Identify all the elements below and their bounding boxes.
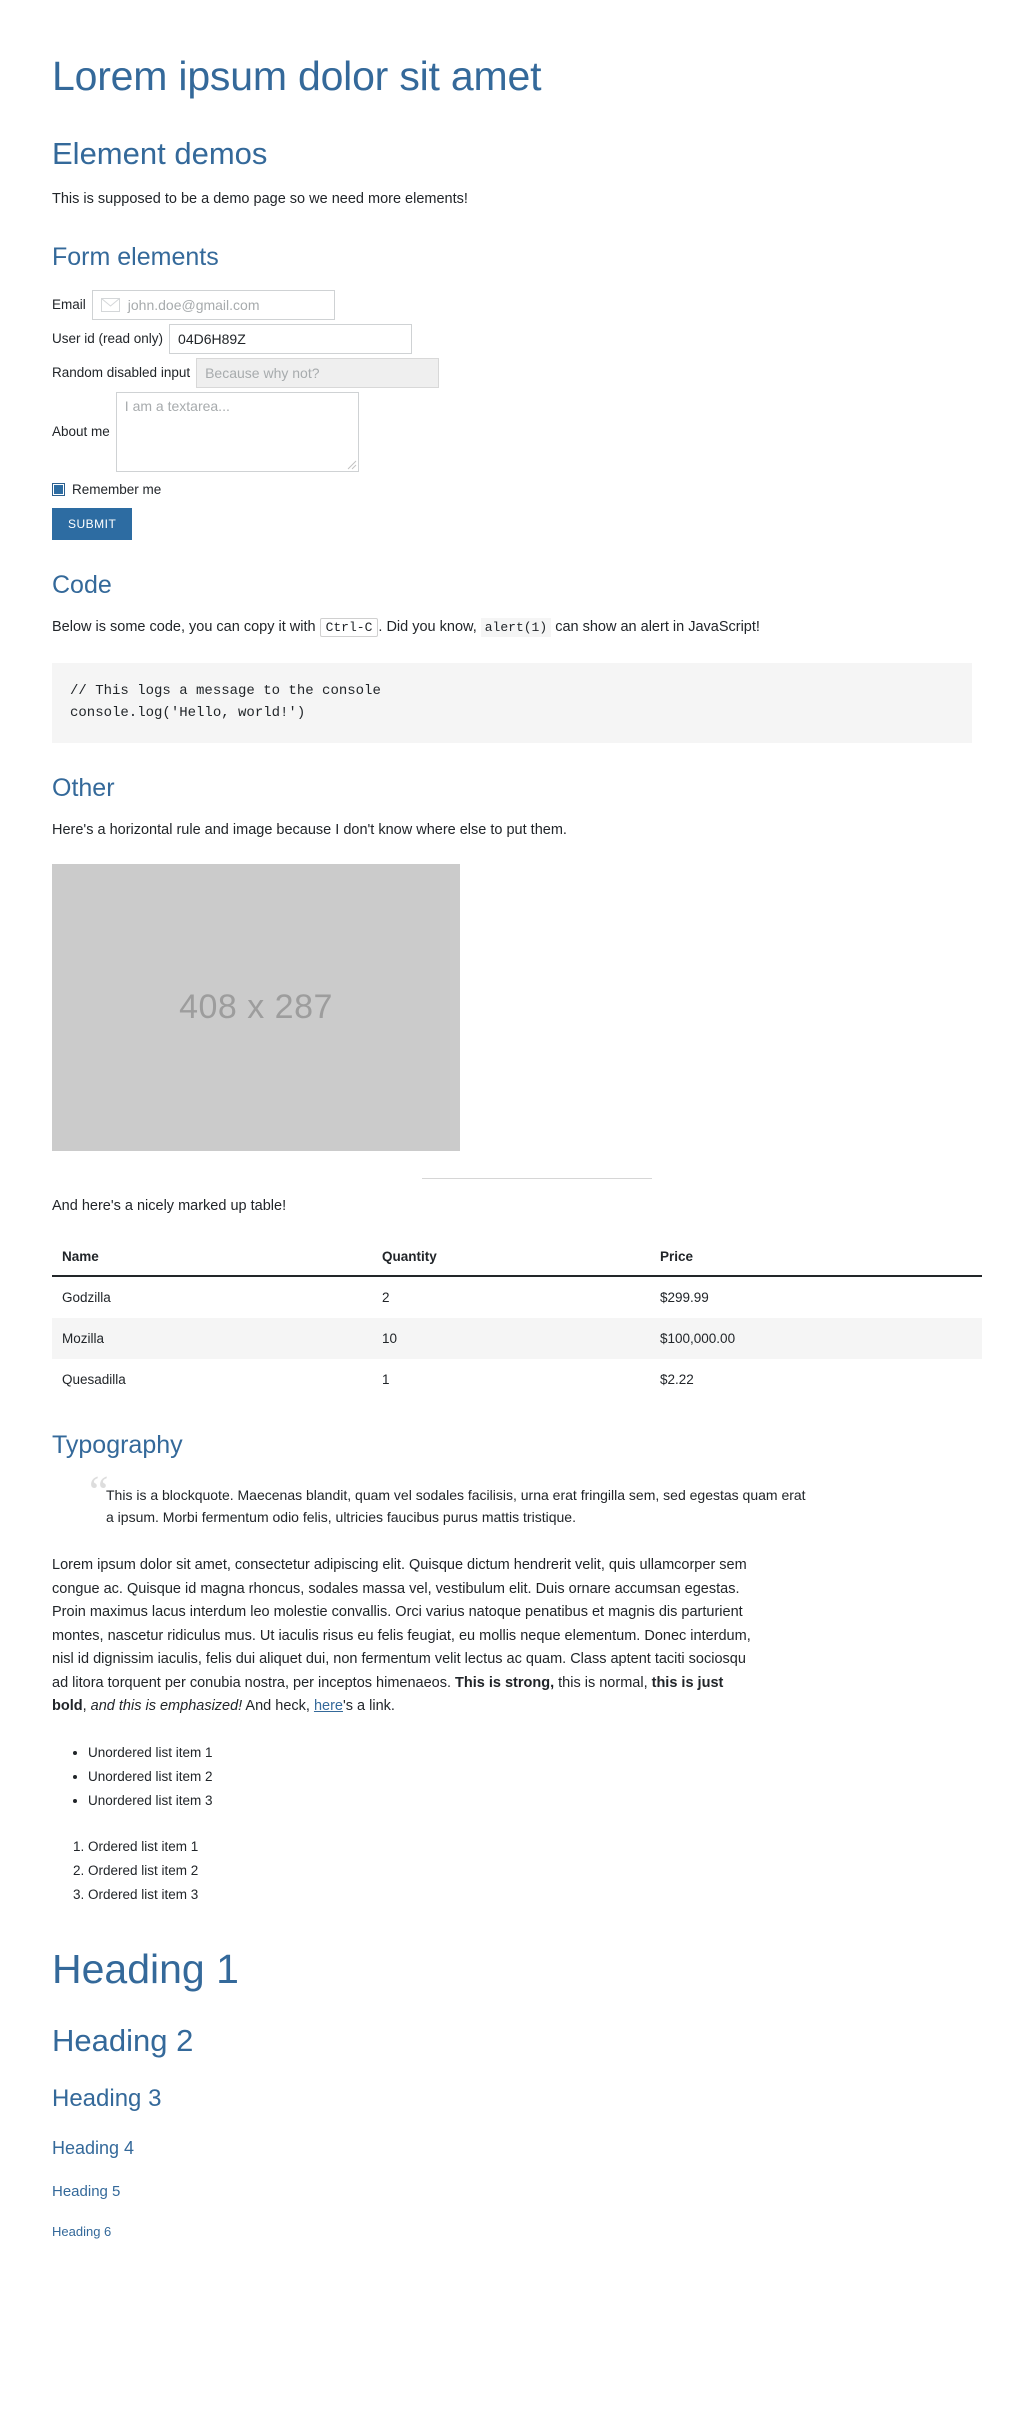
- demo-form: Email john.doe@gmail.com User id (read o…: [52, 289, 972, 540]
- page-root: Lorem ipsum dolor sit amet Element demos…: [0, 0, 1024, 2299]
- element-demos-intro: This is supposed to be a demo page so we…: [52, 191, 468, 208]
- remember-me-checkbox[interactable]: [52, 482, 65, 496]
- form-row-user-id: User id (read only) 04D6H89Z: [52, 323, 972, 354]
- table-row: Mozilla 10 $100,000.00: [52, 1317, 982, 1359]
- resize-grip-icon[interactable]: [345, 458, 357, 470]
- table-head: Name Quantity Price: [52, 1238, 982, 1277]
- submit-button[interactable]: SUBMIT: [52, 507, 133, 540]
- form-row-email: Email john.doe@gmail.com: [52, 289, 972, 320]
- list-item: Ordered list item 3: [88, 1883, 972, 1907]
- about-me-placeholder-text: I am a textarea...: [124, 397, 230, 414]
- heading-samples: Heading 1 Heading 2 Heading 3 Heading 4 …: [52, 1945, 972, 2239]
- page-title: Lorem ipsum dolor sit amet: [52, 53, 542, 99]
- cell-quantity: 2: [382, 1289, 390, 1305]
- code-intro-part-2: . Did you know,: [378, 618, 481, 635]
- image-placeholder: 408 x 287: [52, 864, 460, 1152]
- blockquote: “ This is a blockquote. Maecenas blandit…: [89, 1469, 806, 1529]
- remember-me-row[interactable]: Remember me: [52, 482, 972, 497]
- column-header-quantity[interactable]: Quantity: [372, 1238, 650, 1277]
- quote-mark-icon: “: [89, 1466, 109, 1516]
- section-heading-typography: Typography: [52, 1430, 183, 1459]
- table-body: Godzilla 2 $299.99 Mozilla 10 $100,000.0…: [52, 1276, 982, 1400]
- cell-price: $2.22: [660, 1371, 694, 1387]
- user-id-value: 04D6H89Z: [178, 330, 246, 347]
- email-label: Email: [52, 297, 86, 313]
- cell-name: Mozilla: [52, 1317, 372, 1359]
- typography-paragraph: Lorem ipsum dolor sit amet, consectetur …: [52, 1554, 752, 1718]
- inline-code-sample: alert(1): [480, 617, 552, 637]
- user-id-label: User id (read only): [52, 331, 164, 347]
- list-item: Unordered list item 1: [88, 1741, 972, 1765]
- heading-sample-4: Heading 4: [52, 2138, 135, 2159]
- kbd-shortcut: Ctrl-C: [319, 617, 379, 637]
- about-me-label: About me: [52, 424, 110, 440]
- content-wrapper: Lorem ipsum dolor sit amet Element demos…: [52, 52, 982, 2239]
- cell-price: $100,000.00: [650, 1317, 982, 1359]
- normal-text: this is normal,: [554, 1674, 652, 1691]
- table-row: Quesadilla 1 $2.22: [52, 1359, 982, 1400]
- heading-sample-1: Heading 1: [52, 1945, 239, 1992]
- section-heading-form-elements: Form elements: [52, 242, 219, 271]
- ordered-list: Ordered list item 1 Ordered list item 2 …: [52, 1835, 972, 1907]
- section-heading-element-demos: Element demos: [52, 136, 268, 172]
- cell-quantity: 10: [372, 1317, 650, 1359]
- form-row-disabled-input: Random disabled input Because why not?: [52, 357, 972, 388]
- link-prefix-text: And heck,: [242, 1698, 314, 1715]
- code-block: // This logs a message to the console co…: [52, 663, 972, 743]
- list-item: Unordered list item 3: [88, 1789, 972, 1813]
- list-item: Unordered list item 2: [88, 1765, 972, 1789]
- user-id-field[interactable]: 04D6H89Z: [169, 323, 413, 354]
- table-row: Godzilla 2 $299.99: [52, 1276, 982, 1318]
- comma-separator: ,: [82, 1698, 91, 1715]
- link-suffix-text: 's a link.: [342, 1698, 395, 1715]
- other-intro: Here's a horizontal rule and image becau…: [52, 821, 567, 838]
- email-placeholder-text: john.doe@gmail.com: [127, 296, 260, 313]
- about-me-textarea[interactable]: I am a textarea...: [115, 391, 359, 472]
- heading-sample-6: Heading 6: [52, 2223, 112, 2239]
- emphasis-text: and this is emphasized!: [90, 1698, 243, 1715]
- unordered-list: Unordered list item 1 Unordered list ite…: [52, 1741, 972, 1813]
- cell-quantity: 1: [382, 1371, 390, 1387]
- inline-link[interactable]: here: [314, 1698, 343, 1714]
- strong-text: This is strong,: [455, 1674, 555, 1691]
- remember-me-label: Remember me: [72, 481, 162, 497]
- column-header-name[interactable]: Name: [52, 1238, 372, 1277]
- column-header-price[interactable]: Price: [650, 1238, 982, 1277]
- table-intro: And here's a nicely marked up table!: [52, 1198, 287, 1215]
- section-heading-other: Other: [52, 773, 115, 802]
- heading-sample-2: Heading 2: [52, 2023, 194, 2059]
- section-heading-code: Code: [52, 570, 112, 599]
- list-item: Ordered list item 1: [88, 1835, 972, 1859]
- blockquote-text: This is a blockquote. Maecenas blandit, …: [106, 1486, 806, 1526]
- code-intro-part-3: can show an alert in JavaScript!: [551, 618, 760, 635]
- code-intro-part-1: Below is some code, you can copy it with: [52, 618, 320, 635]
- horizontal-rule: [422, 1178, 652, 1180]
- table-header-row: Name Quantity Price: [52, 1238, 982, 1277]
- cell-price: $299.99: [660, 1289, 709, 1305]
- paragraph-body: Lorem ipsum dolor sit amet, consectetur …: [52, 1557, 751, 1691]
- code-intro-paragraph: Below is some code, you can copy it with…: [52, 616, 972, 639]
- disabled-input-field: Because why not?: [196, 357, 440, 388]
- mail-icon: [100, 297, 120, 312]
- products-table: Name Quantity Price Godzilla 2 $299.99 M…: [52, 1238, 982, 1400]
- image-placeholder-label: 408 x 287: [179, 988, 333, 1027]
- heading-sample-3: Heading 3: [52, 2085, 162, 2113]
- cell-name: Godzilla: [62, 1289, 111, 1305]
- heading-sample-5: Heading 5: [52, 2182, 121, 2200]
- form-row-about-me: About me I am a textarea...: [52, 391, 972, 472]
- disabled-input-label: Random disabled input: [52, 365, 191, 381]
- cell-name: Quesadilla: [62, 1371, 126, 1387]
- list-item: Ordered list item 2: [88, 1859, 972, 1883]
- email-field[interactable]: john.doe@gmail.com: [91, 289, 335, 320]
- disabled-input-placeholder-text: Because why not?: [205, 364, 320, 381]
